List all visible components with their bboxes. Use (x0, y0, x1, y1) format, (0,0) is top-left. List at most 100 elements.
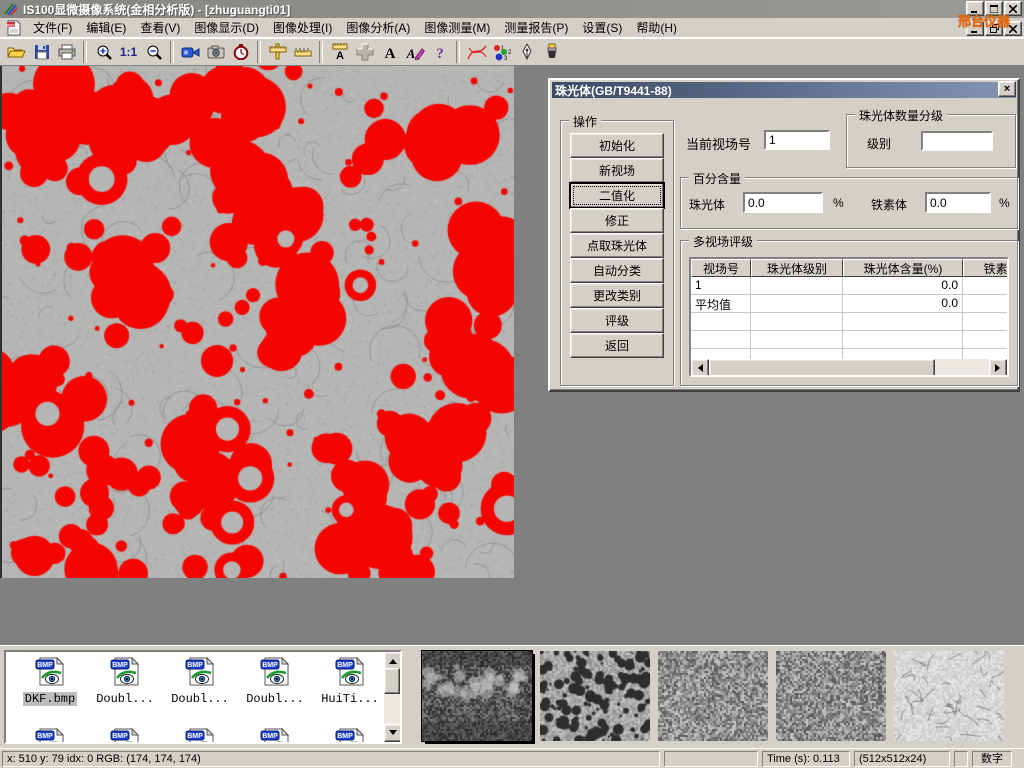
correct-button[interactable]: 修正 (570, 208, 664, 233)
curve-measure-button[interactable] (464, 40, 489, 64)
percent-group: 百分含量 珠光体 % 铁素体 % (680, 177, 1018, 229)
svg-text:BMP: BMP (187, 733, 203, 740)
zoom-out-button[interactable] (141, 40, 166, 64)
file-item-doubl3[interactable]: BMP Doubl... (239, 655, 311, 706)
micrograph-canvas[interactable] (2, 66, 514, 578)
menu-image-display[interactable]: 图像显示(D) (187, 17, 266, 38)
menu-help[interactable]: 帮助(H) (629, 17, 684, 38)
menu-settings[interactable]: 设置(S) (575, 17, 629, 38)
table-row[interactable]: 平均值 0.0 (691, 295, 1007, 313)
file-list[interactable]: BMP DKF.bmp BMP Doubl... BMP Doubl... BM… (4, 650, 402, 744)
return-button[interactable]: 返回 (570, 333, 664, 358)
col-field-number[interactable]: 视场号 (691, 259, 751, 277)
init-button[interactable]: 初始化 (570, 133, 664, 158)
sample-thumbnail-4[interactable] (776, 651, 886, 741)
count-marks-button[interactable]: 123 (489, 40, 514, 64)
print-button[interactable] (54, 40, 79, 64)
print-icon (58, 44, 76, 60)
table-row[interactable]: 1 0.0 (691, 277, 1007, 295)
sample-thumbnail-1[interactable] (422, 651, 532, 741)
multi-field-table[interactable]: 视场号 珠光体级别 珠光体含量(%) 铁素体含量(%) 1 0.0 平均值 0.… (689, 257, 1009, 377)
file-item-doubl2[interactable]: BMP Doubl... (164, 655, 236, 706)
col-pearlite-grade[interactable]: 珠光体级别 (751, 259, 843, 277)
help-button[interactable]: ? (427, 40, 452, 64)
save-button[interactable] (29, 40, 54, 64)
scrollbar-thumb[interactable] (709, 359, 935, 377)
file-name: Doubl... (169, 692, 231, 706)
bmp-file-icon: BMP (183, 676, 217, 690)
col-ferrite-content[interactable]: 铁素体含量(%) (963, 259, 1009, 277)
current-field-input[interactable] (764, 130, 830, 150)
edit-text-button[interactable]: A (402, 40, 427, 64)
pearlite-label: 珠光体 (689, 196, 725, 213)
scrollbar-thumb[interactable] (384, 668, 400, 694)
file-item-partial[interactable]: BMP (14, 726, 86, 744)
cell (751, 313, 843, 330)
scroll-right-button[interactable] (989, 359, 1007, 377)
level-input[interactable] (921, 131, 993, 151)
left-arrow-icon (694, 364, 703, 372)
new-field-button[interactable]: 新视场 (570, 158, 664, 183)
table-horizontal-scrollbar[interactable] (691, 359, 1007, 375)
pearlite-percent-input[interactable] (743, 192, 823, 213)
video-capture-button[interactable] (178, 40, 203, 64)
sample-thumbnail-3[interactable] (658, 651, 768, 741)
menu-view[interactable]: 查看(V) (133, 17, 187, 38)
grid-icon (356, 43, 374, 61)
actual-size-button[interactable]: 1:1 (116, 40, 141, 64)
status-bar: x: 510 y: 79 idx: 0 RGB: (174, 174, 174)… (0, 748, 1024, 768)
sample-thumbnail-5[interactable] (894, 651, 1004, 741)
file-item-dkf[interactable]: BMP DKF.bmp (14, 655, 86, 706)
status-time: Time (s): 0.113 (762, 751, 850, 767)
file-item-partial[interactable]: BMP (89, 726, 161, 744)
text-label-button[interactable]: A (377, 40, 402, 64)
menu-image-analysis[interactable]: 图像分析(A) (339, 17, 417, 38)
svg-text:BMP: BMP (262, 733, 278, 740)
dialog-close-button[interactable]: × (998, 81, 1016, 97)
menu-file[interactable]: 文件(F) (26, 17, 79, 38)
binarize-button[interactable]: 二值化 (570, 183, 664, 208)
open-button[interactable] (4, 40, 29, 64)
file-item-partial[interactable]: BMP (314, 726, 386, 744)
cell-ferrite-content (963, 295, 1009, 312)
file-item-partial[interactable]: BMP (239, 726, 311, 744)
ruler-icon (293, 46, 313, 58)
file-list-scrollbar[interactable] (384, 652, 400, 742)
toolbar-separator (319, 41, 323, 63)
table-row[interactable] (691, 313, 1007, 331)
dialog-title-bar[interactable]: 珠光体(GB/T9441-88) (552, 82, 1016, 98)
scroll-left-button[interactable] (691, 359, 709, 377)
cell (963, 331, 1009, 348)
snapshot-button[interactable] (203, 40, 228, 64)
file-item-partial[interactable]: BMP (164, 726, 236, 744)
measure-text-button[interactable]: A (327, 40, 352, 64)
sample-thumbnail-2[interactable] (540, 651, 650, 741)
menu-image-processing[interactable]: 图像处理(I) (266, 17, 339, 38)
grid-button[interactable] (352, 40, 377, 64)
col-pearlite-content[interactable]: 珠光体含量(%) (843, 259, 963, 277)
menu-measure-report[interactable]: 测量报告(P) (497, 17, 575, 38)
svg-text:BMP: BMP (112, 733, 128, 740)
grade-button[interactable]: 评级 (570, 308, 664, 333)
timer-button[interactable] (228, 40, 253, 64)
file-item-doubl1[interactable]: BMP Doubl... (89, 655, 161, 706)
svg-text:BMP: BMP (262, 662, 278, 669)
pick-pearlite-button[interactable]: 点取珠光体 (570, 233, 664, 258)
table-row[interactable] (691, 331, 1007, 349)
scroll-down-button[interactable] (384, 724, 402, 742)
svg-text:DOC: DOC (7, 22, 16, 27)
title-bar: IS100显微摄像系统(金相分析版) - [zhuguangti01] (0, 0, 1024, 18)
auto-classify-button[interactable]: 自动分类 (570, 258, 664, 283)
micrograph-image[interactable] (2, 66, 514, 578)
brush-button[interactable] (539, 40, 564, 64)
caliper-button[interactable] (265, 40, 290, 64)
count-marks-icon: 123 (492, 43, 512, 61)
file-item-huiti[interactable]: BMP HuiTi... (314, 655, 386, 706)
zoom-in-button[interactable] (91, 40, 116, 64)
change-class-button[interactable]: 更改类别 (570, 283, 664, 308)
color-picker-button[interactable] (514, 40, 539, 64)
ruler-button[interactable] (290, 40, 315, 64)
ferrite-percent-input[interactable] (925, 192, 991, 213)
menu-edit[interactable]: 编辑(E) (79, 17, 133, 38)
menu-image-measure[interactable]: 图像测量(M) (417, 17, 497, 38)
